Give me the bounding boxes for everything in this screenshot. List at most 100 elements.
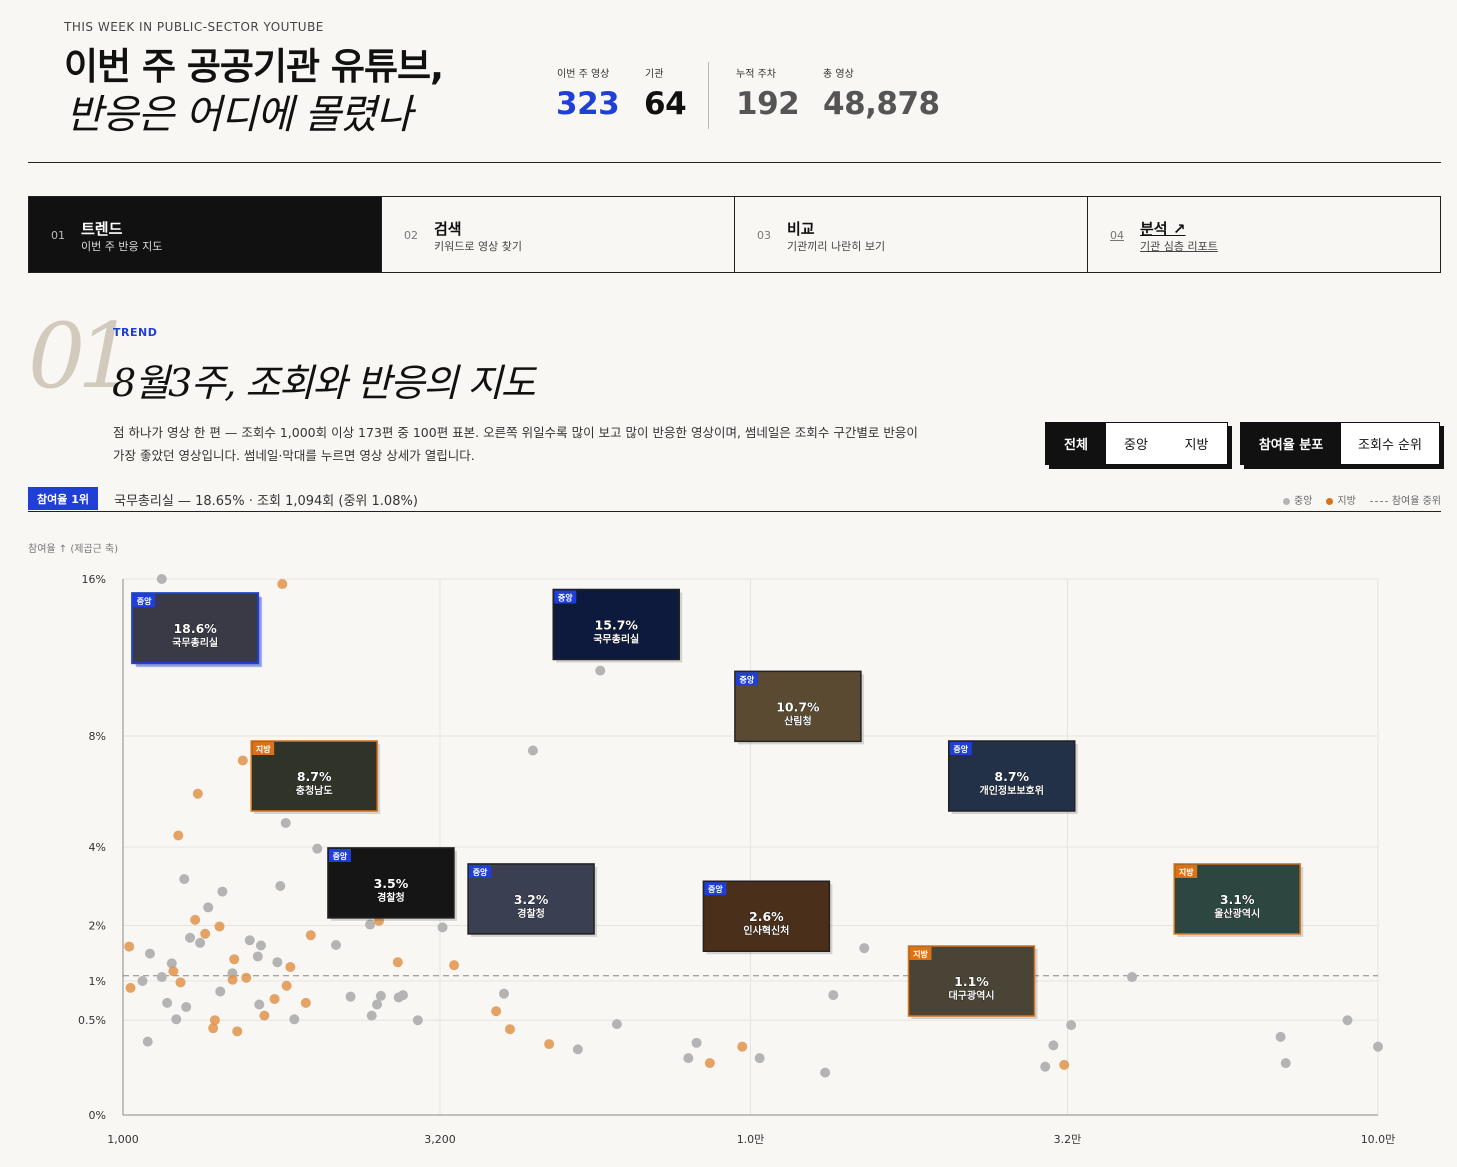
local-data-point[interactable] — [392, 957, 403, 968]
y-tick-label: 0% — [89, 1109, 106, 1122]
central-data-point[interactable] — [820, 1067, 831, 1078]
local-data-point[interactable] — [544, 1039, 555, 1050]
local-data-point[interactable] — [281, 980, 292, 991]
video-thumbnail[interactable]: 중앙 3.2%경찰청 — [467, 863, 598, 937]
central-data-point[interactable] — [244, 935, 255, 946]
central-data-point[interactable] — [272, 957, 283, 968]
central-data-point[interactable] — [691, 1037, 702, 1048]
central-data-point[interactable] — [255, 940, 266, 951]
central-data-point[interactable] — [572, 1044, 583, 1055]
local-data-point[interactable] — [269, 993, 280, 1004]
central-data-point[interactable] — [195, 937, 206, 948]
central-data-point[interactable] — [280, 817, 291, 828]
central-data-point[interactable] — [398, 990, 409, 1001]
central-data-point[interactable] — [275, 881, 286, 892]
local-data-point[interactable] — [491, 1006, 502, 1017]
thumbnail-tag: 중앙 — [473, 867, 488, 877]
central-data-point[interactable] — [203, 902, 214, 913]
central-data-point[interactable] — [412, 1015, 423, 1026]
video-thumbnail[interactable]: 지방 8.7%충청남도 — [250, 740, 381, 815]
central-data-point[interactable] — [498, 988, 509, 999]
central-data-point[interactable] — [1040, 1061, 1051, 1072]
central-data-point[interactable] — [156, 574, 167, 584]
local-data-point[interactable] — [125, 982, 136, 993]
central-data-point[interactable] — [366, 1010, 377, 1021]
central-data-point[interactable] — [437, 922, 448, 933]
central-data-point[interactable] — [171, 1014, 182, 1025]
local-data-point[interactable] — [192, 788, 203, 799]
thumbnail-engagement: 8.7% — [297, 769, 332, 784]
central-data-point[interactable] — [527, 745, 538, 756]
video-thumbnail[interactable]: 중앙 18.6%국무총리실 — [131, 592, 263, 668]
video-thumbnail[interactable]: 중앙 2.6%인사혁신처 — [702, 880, 833, 955]
central-data-point[interactable] — [331, 939, 342, 950]
local-data-point[interactable] — [300, 997, 311, 1008]
video-thumbnail[interactable]: 중앙 10.7%산림청 — [734, 670, 864, 745]
local-data-point[interactable] — [214, 921, 225, 932]
central-data-point[interactable] — [1127, 972, 1138, 983]
local-data-point[interactable] — [173, 830, 184, 841]
local-data-point[interactable] — [259, 1010, 270, 1021]
local-data-point[interactable] — [229, 954, 240, 965]
central-data-point[interactable] — [254, 999, 265, 1010]
central-data-point[interactable] — [185, 932, 196, 943]
local-data-point[interactable] — [277, 579, 288, 590]
video-thumbnail[interactable]: 지방 3.1%울산광역시 — [1173, 863, 1304, 937]
thumbnail-tag: 중앙 — [708, 884, 723, 894]
central-data-point[interactable] — [252, 951, 263, 962]
central-data-point[interactable] — [142, 1036, 153, 1047]
local-data-point[interactable] — [704, 1058, 715, 1069]
thumbnail-engagement: 8.7% — [994, 769, 1029, 784]
video-thumbnail[interactable]: 중앙 3.5%경찰청 — [327, 847, 457, 921]
central-data-point[interactable] — [179, 874, 190, 885]
central-data-point[interactable] — [289, 1014, 300, 1025]
central-data-point[interactable] — [683, 1053, 694, 1064]
local-data-point[interactable] — [232, 1026, 243, 1037]
local-data-point[interactable] — [209, 1015, 220, 1026]
central-data-point[interactable] — [365, 919, 376, 930]
central-data-point[interactable] — [1373, 1041, 1383, 1052]
central-data-point[interactable] — [595, 665, 606, 676]
local-data-point[interactable] — [504, 1024, 515, 1035]
thumbnail-org: 인사혁신처 — [743, 924, 789, 937]
local-data-point[interactable] — [124, 941, 135, 952]
central-data-point[interactable] — [345, 991, 356, 1002]
central-data-point[interactable] — [1280, 1058, 1291, 1069]
central-data-point[interactable] — [1048, 1040, 1059, 1051]
central-data-point[interactable] — [859, 943, 870, 954]
video-thumbnail[interactable]: 중앙 8.7%개인정보보호위 — [947, 740, 1078, 815]
central-data-point[interactable] — [162, 997, 173, 1008]
local-data-point[interactable] — [237, 755, 248, 766]
central-data-point[interactable] — [1342, 1015, 1353, 1026]
local-data-point[interactable] — [305, 930, 316, 941]
central-data-point[interactable] — [754, 1053, 765, 1064]
central-data-point[interactable] — [156, 972, 167, 983]
thumbnail-engagement: 2.6% — [749, 909, 784, 924]
central-data-point[interactable] — [375, 990, 386, 1001]
central-data-point[interactable] — [312, 843, 323, 854]
central-data-point[interactable] — [181, 1001, 192, 1012]
local-data-point[interactable] — [241, 972, 252, 983]
video-thumbnail[interactable]: 지방 1.1%대구광역시 — [907, 945, 1038, 1019]
local-data-point[interactable] — [449, 960, 460, 971]
thumbnail-org: 대구광역시 — [948, 989, 994, 1002]
central-data-point[interactable] — [611, 1019, 622, 1030]
local-data-point[interactable] — [1059, 1059, 1070, 1070]
local-data-point[interactable] — [200, 928, 211, 939]
central-data-point[interactable] — [372, 999, 383, 1010]
central-data-point[interactable] — [144, 948, 155, 959]
local-data-point[interactable] — [737, 1041, 748, 1052]
central-data-point[interactable] — [217, 886, 228, 897]
x-tick-label: 10.0만 — [1361, 1133, 1396, 1146]
local-data-point[interactable] — [227, 974, 238, 985]
local-data-point[interactable] — [168, 966, 179, 977]
central-data-point[interactable] — [828, 990, 839, 1001]
central-data-point[interactable] — [1275, 1031, 1286, 1042]
central-data-point[interactable] — [215, 986, 226, 997]
video-thumbnail[interactable]: 중앙 15.7%국무총리실 — [552, 588, 683, 663]
central-data-point[interactable] — [137, 976, 148, 986]
local-data-point[interactable] — [190, 914, 201, 925]
central-data-point[interactable] — [1066, 1020, 1077, 1031]
local-data-point[interactable] — [285, 961, 296, 972]
local-data-point[interactable] — [175, 977, 186, 988]
